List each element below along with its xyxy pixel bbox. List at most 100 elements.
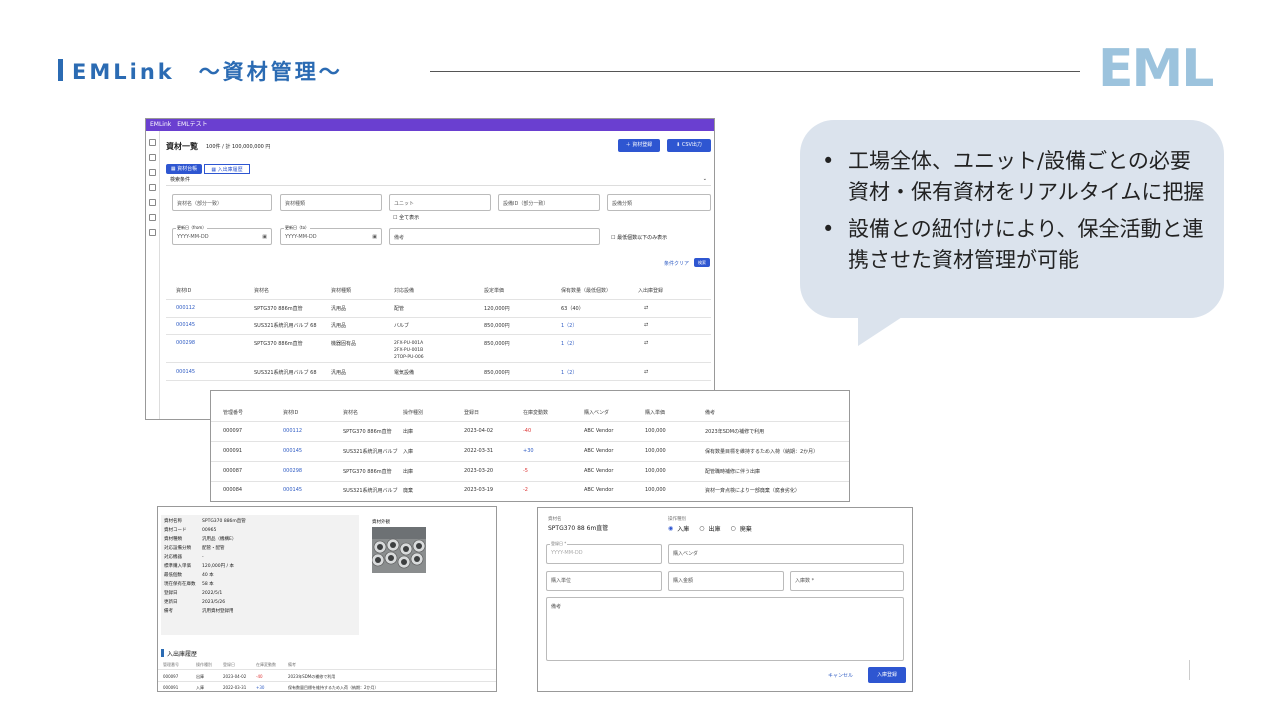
- cell: 汎用品: [331, 306, 347, 312]
- purchase-amount-field[interactable]: 購入金額: [668, 571, 784, 591]
- cell: SPTG370 886m直管: [254, 341, 303, 347]
- col-header: 購入ベンダ: [584, 410, 610, 416]
- material-id-link[interactable]: 000112: [283, 428, 302, 434]
- search-conditions-header[interactable]: 検索条件 ⌄: [166, 176, 711, 186]
- cell: +30: [256, 685, 265, 690]
- image-label: 資材外観: [372, 520, 390, 525]
- cell: +30: [523, 448, 534, 454]
- col-header: 資材ID: [176, 288, 192, 294]
- detail-label: 資材種類: [164, 537, 182, 542]
- col-header: 資材名: [254, 288, 270, 294]
- register-button[interactable]: ＋ 資材登録: [618, 139, 660, 152]
- folder-icon[interactable]: [149, 169, 156, 176]
- stock-in-submit-button[interactable]: 入庫登録: [868, 667, 906, 683]
- cell: ABC Vendor: [584, 468, 614, 474]
- detail-value: 40 本: [202, 573, 214, 578]
- edit-icon[interactable]: [149, 229, 156, 236]
- vendor-field[interactable]: 購入ベンダ: [668, 544, 904, 564]
- detail-row: 資材種類 汎用品（機構E）: [164, 535, 354, 544]
- material-id-link[interactable]: 000145: [283, 448, 302, 454]
- list-icon[interactable]: [149, 199, 156, 206]
- detail-row: 資材名称 SPTG370 886m直管: [164, 517, 354, 526]
- cell: 1（2）: [561, 370, 578, 376]
- divider: [166, 334, 711, 335]
- detail-row: 標準購入単価 120,000円 / 本: [164, 562, 354, 571]
- col-header: 購入単価: [645, 410, 666, 416]
- radio-icon[interactable]: ○: [731, 525, 736, 532]
- transfer-icon[interactable]: ⇄: [644, 305, 648, 311]
- cell: 2023年SDMの補修で利用: [288, 674, 336, 679]
- col-header: 管理番号: [163, 662, 179, 667]
- material-id-link[interactable]: 000145: [176, 322, 195, 328]
- app-topbar: EMLink EMLテスト: [146, 119, 714, 131]
- cancel-button[interactable]: キャンセル: [828, 672, 853, 679]
- cell: 配管: [394, 306, 405, 312]
- note-field[interactable]: 備考: [389, 228, 600, 245]
- registration-date-field[interactable]: YYYY-MM-DD: [546, 544, 662, 564]
- quantity-field[interactable]: 入庫数 *: [790, 571, 904, 591]
- detail-label: 最低個数: [164, 573, 182, 578]
- calendar-icon[interactable]: ▣: [372, 234, 377, 240]
- show-all-checkbox[interactable]: ☐ 全て表示: [393, 214, 419, 221]
- cell: -40: [256, 674, 263, 679]
- col-header: 登録日: [464, 410, 480, 416]
- radio-checked-icon[interactable]: ◉: [668, 525, 673, 532]
- col-header: 登録日: [223, 662, 235, 667]
- transfer-icon[interactable]: ⇄: [644, 322, 648, 328]
- chat-icon[interactable]: [149, 214, 156, 221]
- divider: [211, 421, 849, 422]
- radio-icon[interactable]: ○: [699, 525, 704, 532]
- cell: 000091: [163, 685, 179, 690]
- document-icon[interactable]: [149, 154, 156, 161]
- transfer-icon[interactable]: ⇄: [644, 340, 648, 346]
- csv-export-button[interactable]: ⬇ CSV出力: [667, 139, 711, 152]
- radio-stock-in[interactable]: 入庫: [677, 524, 689, 533]
- tab-history[interactable]: ▦ 入出庫履歴: [204, 164, 250, 174]
- app-sidebar: [146, 131, 160, 419]
- search-button[interactable]: 検索: [694, 258, 710, 267]
- equipment-class-select[interactable]: 設備分類: [607, 194, 711, 211]
- page-title: EMLink ～資材管理～: [72, 60, 343, 84]
- equipment-id-field[interactable]: 設備ID（部分一致）: [498, 194, 600, 211]
- note-textarea[interactable]: 備考: [546, 597, 904, 661]
- material-id-link[interactable]: 000298: [283, 468, 302, 474]
- equipment-id: 2FX-PU-001B: [394, 348, 424, 353]
- col-header: 資材ID: [283, 410, 299, 416]
- cell: 100,000: [645, 468, 666, 474]
- transfer-icon[interactable]: ⇄: [644, 369, 648, 375]
- material-id-link[interactable]: 000145: [283, 487, 302, 493]
- material-id-link[interactable]: 000112: [176, 305, 195, 311]
- cell: 850,000円: [484, 323, 510, 329]
- calendar-icon[interactable]: ▣: [262, 234, 267, 240]
- tree-icon[interactable]: [149, 184, 156, 191]
- feature-list: 工場全体、ユニット/設備ごとの必要資材・保有資材をリアルタイムに把握 設備との紐…: [818, 146, 1210, 282]
- cell: 出庫: [403, 469, 414, 475]
- detail-row: 対応機器 -: [164, 553, 354, 562]
- cell: 入庫: [403, 449, 414, 455]
- cell: SUS321系統汎用バルブ: [343, 449, 398, 455]
- date-placeholder: YYYY-MM-DD: [285, 234, 317, 240]
- clear-conditions-link[interactable]: 条件クリア: [664, 260, 689, 267]
- radio-dispose[interactable]: 廃棄: [740, 524, 752, 533]
- col-header: 備考: [288, 662, 296, 667]
- cell: 2023-04-02: [223, 674, 247, 679]
- cell: -5: [523, 468, 528, 474]
- material-id-link[interactable]: 000145: [176, 369, 195, 375]
- purchase-unit-field[interactable]: 購入単位: [546, 571, 662, 591]
- tab-material-ledger[interactable]: ▦ 資材台帳: [166, 164, 202, 174]
- unit-select[interactable]: ユニット: [389, 194, 491, 211]
- radio-stock-out[interactable]: 出庫: [709, 524, 721, 533]
- grid-icon[interactable]: [149, 139, 156, 146]
- material-detail-screenshot: 資材名称 SPTG370 886m直管 資材コード 00965 資材種類 汎用品（機構…: [157, 506, 497, 692]
- detail-label: 対応機器: [164, 555, 182, 560]
- divider: [211, 481, 849, 482]
- material-name-field[interactable]: 資材名（部分一致）: [172, 194, 272, 211]
- updated-from-label: 更新日（from）: [176, 225, 208, 231]
- min-stock-checkbox[interactable]: ☐ 最低個数以下のみ表示: [611, 234, 667, 241]
- material-id-link[interactable]: 000298: [176, 340, 195, 346]
- cell: -40: [523, 428, 532, 434]
- material-type-select[interactable]: 資材種類: [280, 194, 382, 211]
- cell-equipment-list: 2FX-PU-001A 2FX-PU-001B 2TOP-PU-006: [394, 340, 424, 361]
- detail-value: 2023/5/26: [202, 600, 226, 605]
- detail-value: 汎用品（機構E）: [202, 537, 237, 542]
